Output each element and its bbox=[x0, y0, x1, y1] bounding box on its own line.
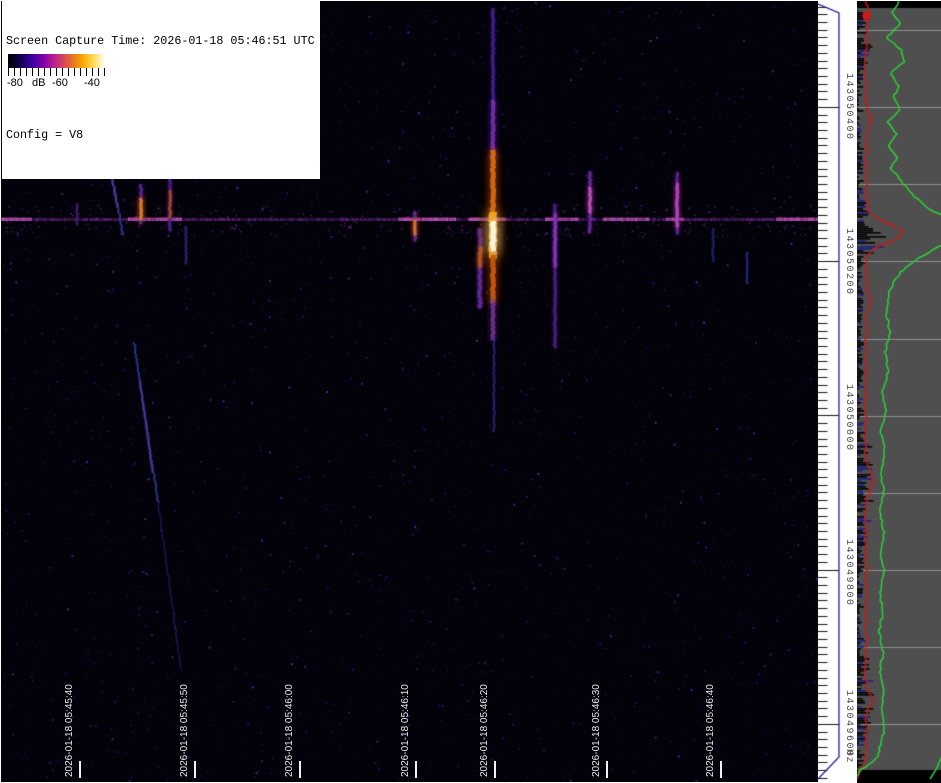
frequency-unit-label: Hz bbox=[843, 749, 854, 764]
config-line: Config = V8 bbox=[6, 128, 315, 144]
border-left bbox=[0, 0, 1, 783]
frequency-axis-label: 143050400 bbox=[843, 73, 854, 141]
time-axis-label: 2026-01-18 05:46:10 bbox=[400, 684, 411, 777]
spectrum-lab-capture: Screen Capture Time: 2026-01-18 05:46:51… bbox=[0, 0, 941, 783]
time-axis-label: 2026-01-18 05:45:40 bbox=[64, 684, 75, 777]
frequency-axis-label: 143050000 bbox=[843, 384, 854, 452]
colorbar-gradient bbox=[8, 54, 105, 68]
time-tick bbox=[606, 761, 608, 778]
colorbar-label-min: -80 bbox=[7, 77, 23, 89]
time-tick bbox=[194, 761, 196, 778]
spectrum-graph-panel bbox=[857, 0, 941, 783]
time-tick bbox=[494, 761, 496, 778]
colorbar: -80 dB -60 -40 bbox=[6, 52, 110, 99]
time-axis-label: 2026-01-18 05:46:30 bbox=[591, 684, 602, 777]
time-axis-label: 2026-01-18 05:46:40 bbox=[705, 684, 716, 777]
frequency-axis-label: 143049800 bbox=[843, 539, 854, 607]
time-tick bbox=[415, 761, 417, 778]
capture-time-line: Screen Capture Time: 2026-01-18 05:46:51… bbox=[6, 34, 315, 50]
time-tick bbox=[299, 761, 301, 778]
colorbar-label-mid: -60 bbox=[52, 77, 68, 89]
time-axis-label: 2026-01-18 05:46:00 bbox=[284, 684, 295, 777]
time-tick bbox=[79, 761, 81, 778]
time-tick bbox=[720, 761, 722, 778]
time-axis-label: 2026-01-18 05:46:20 bbox=[479, 684, 490, 777]
frequency-axis-label: 143049600 bbox=[843, 690, 854, 758]
colorbar-unit-label: dB bbox=[32, 77, 45, 89]
colorbar-ticks bbox=[8, 68, 106, 76]
time-axis-label: 2026-01-18 05:45:50 bbox=[179, 684, 190, 777]
frequency-axis-label: 143050200 bbox=[843, 228, 854, 296]
colorbar-label-max: -40 bbox=[84, 77, 100, 89]
